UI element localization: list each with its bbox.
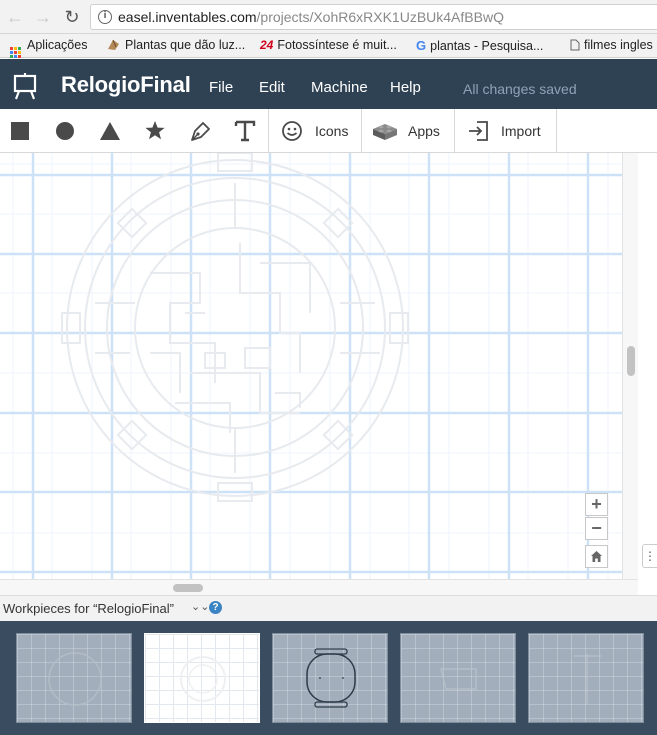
home-icon: [591, 551, 602, 562]
menu-edit[interactable]: Edit: [259, 79, 285, 96]
lego-brick-icon: [373, 124, 397, 140]
right-panel-edge: [638, 153, 657, 595]
bookmark-plantas-pesquisa[interactable]: Gplantas - Pesquisa...: [416, 38, 543, 53]
apps-grid-icon: [10, 47, 22, 59]
google-icon: G: [416, 38, 427, 53]
page-icon: [570, 39, 580, 54]
bookmark-apps[interactable]: Aplicações: [10, 38, 87, 59]
import-icon: [469, 121, 488, 141]
forward-arrow-icon[interactable]: →: [32, 6, 54, 28]
workpieces-title[interactable]: Workpieces for “RelogioFinal”: [3, 601, 174, 616]
easel-logo-icon[interactable]: [12, 72, 38, 105]
menu-file[interactable]: File: [209, 79, 233, 96]
plant-icon: [106, 38, 121, 54]
star-icon[interactable]: [144, 119, 168, 143]
zoom-in-button[interactable]: +: [585, 493, 608, 516]
toolbar-divider: [556, 109, 557, 153]
import-button[interactable]: Import: [454, 109, 557, 153]
bookmark-filmes[interactable]: filmes ingles: [570, 38, 653, 54]
menu-machine[interactable]: Machine: [311, 79, 368, 96]
workpiece-preview: [440, 668, 477, 690]
home-view-button[interactable]: [585, 545, 608, 568]
bookmark-label: plantas - Pesquisa...: [430, 39, 544, 53]
icons-button[interactable]: Icons: [268, 109, 362, 153]
horizontal-scrollbar[interactable]: [0, 579, 638, 595]
workpiece-thumbnail[interactable]: [16, 633, 132, 723]
bookmark-label: Fotossíntese é muit...: [277, 38, 397, 52]
text-icon[interactable]: [234, 119, 258, 143]
double-chevron-down-icon[interactable]: ⌄⌄: [191, 600, 209, 613]
triangle-icon[interactable]: [99, 119, 123, 143]
zoom-out-button[interactable]: −: [585, 517, 608, 540]
square-icon[interactable]: [9, 119, 33, 143]
workpiece-thumbnail-active[interactable]: [144, 633, 260, 723]
bookmark-label: Aplicações: [27, 38, 88, 52]
apps-label: Apps: [408, 123, 440, 139]
workpiece-preview: [306, 648, 356, 708]
bookmark-plantas-luz[interactable]: Plantas que dão luz...: [106, 38, 245, 54]
circle-icon[interactable]: [54, 119, 78, 143]
panel-toggle-handle[interactable]: ⋮: [642, 544, 657, 568]
url-host: easel.inventables.com: [118, 9, 257, 25]
vertical-dots-icon: ⋮: [644, 549, 656, 563]
clock-design[interactable]: [0, 153, 622, 579]
news-24-icon: 24: [260, 38, 274, 52]
pen-icon[interactable]: [189, 119, 213, 143]
back-arrow-icon[interactable]: ←: [4, 6, 26, 28]
workpieces-strip: [0, 621, 657, 735]
bookmarks-bar: Aplicações Plantas que dão luz... 24 Foto…: [0, 34, 657, 58]
reload-icon[interactable]: ↻: [61, 6, 83, 28]
workpiece-preview: [574, 654, 601, 704]
shape-toolbar: Icons Apps Import: [0, 109, 657, 153]
menu-help[interactable]: Help: [390, 79, 421, 96]
bookmark-label: filmes ingles: [584, 38, 653, 52]
workpiece-preview: [48, 652, 102, 706]
workpiece-thumbnail[interactable]: [272, 633, 388, 723]
url-path: /projects/XohR6xRXK1UzBUk4AfBBwQ: [256, 9, 504, 25]
apps-button[interactable]: Apps: [361, 109, 455, 153]
vertical-scrollbar[interactable]: [622, 153, 638, 579]
project-title[interactable]: RelogioFinal: [61, 72, 191, 98]
icons-label: Icons: [315, 123, 349, 139]
url-text[interactable]: easel.inventables.com/projects/XohR6xRXK…: [118, 9, 504, 25]
design-canvas[interactable]: + − inch mm: [0, 153, 622, 579]
vertical-scroll-thumb[interactable]: [627, 346, 635, 376]
workpiece-preview: [180, 656, 226, 702]
help-icon[interactable]: ?: [209, 601, 222, 614]
import-label: Import: [501, 123, 541, 139]
workpiece-thumbnail[interactable]: [528, 633, 644, 723]
workpiece-thumbnail[interactable]: [400, 633, 516, 723]
bookmark-label: Plantas que dão luz...: [125, 38, 246, 52]
bookmark-fotossintese[interactable]: 24 Fotossíntese é muit...: [260, 38, 397, 52]
smiley-icon: [282, 121, 302, 141]
workpieces-bar: Workpieces for “RelogioFinal” ⌄⌄ ?: [0, 595, 657, 621]
horizontal-scroll-thumb[interactable]: [173, 584, 203, 592]
info-icon[interactable]: i: [98, 10, 112, 24]
save-status: All changes saved: [463, 81, 577, 97]
browser-url-bar: ← → ↻ i easel.inventables.com/projects/X…: [0, 0, 657, 34]
address-field[interactable]: i easel.inventables.com/projects/XohR6xR…: [90, 4, 657, 30]
